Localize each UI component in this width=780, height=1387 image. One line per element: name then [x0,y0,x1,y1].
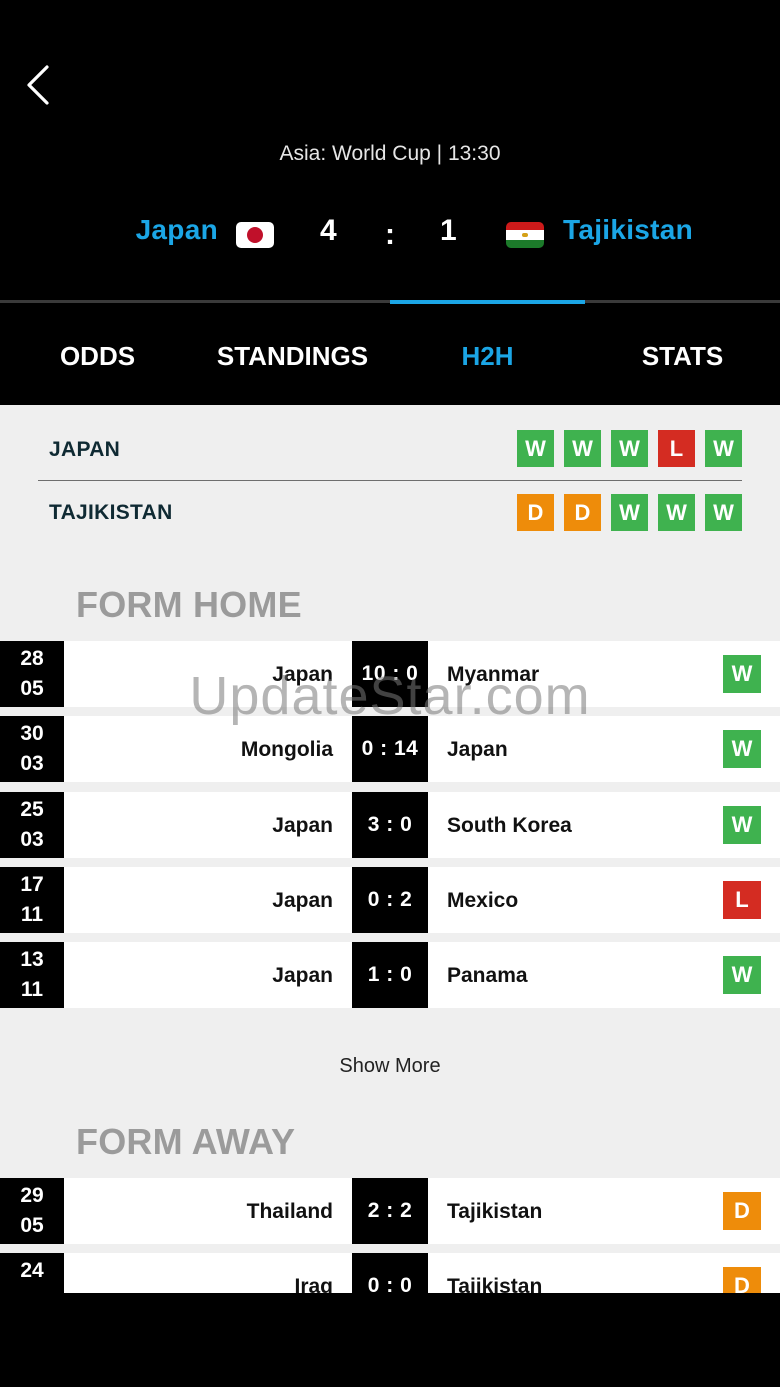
match-day: 24 [20,1259,44,1282]
away-team-name[interactable]: Tajikistan [563,214,693,246]
match-result-badge: W [723,655,761,693]
match-away-team: Japan [447,738,508,761]
match-date: 25 03 [0,792,64,858]
home-team-name[interactable]: Japan [136,214,218,246]
match-row[interactable]: 28 05 Japan 10 : 0 Myanmar W [0,641,780,707]
match-day: 29 [20,1184,44,1207]
form-badge: W [517,430,554,467]
match-score: 0 : 2 [352,867,428,933]
match-header: Asia: World Cup | 13:30 Japan 4 : 1 Taji… [0,0,780,300]
form-badge: W [611,430,648,467]
form-summary-row: TAJIKISTAN D D W W W [38,481,742,544]
match-home-team: Japan [272,814,333,837]
home-score: 4 [320,214,337,247]
form-badge: W [705,494,742,531]
match-date: 30 03 [0,716,64,782]
match-home-team: Japan [272,663,333,686]
form-team-name: JAPAN [49,438,121,461]
form-badge: W [658,494,695,531]
tab-h2h[interactable]: H2H [390,341,585,372]
match-month: 05 [20,677,44,700]
match-away-team: Mexico [447,889,519,912]
tab-odds[interactable]: ODDS [0,341,195,372]
match-home-team: Thailand [246,1200,333,1223]
match-date: 24 [0,1253,64,1293]
match-month: 03 [20,828,44,851]
form-badge: W [705,430,742,467]
match-day: 13 [20,948,44,971]
section-title-form-away: FORM AWAY [76,1121,296,1162]
form-badges: D D W W W [517,494,742,531]
match-score: 1 : 0 [352,942,428,1008]
match-score: 3 : 0 [352,792,428,858]
match-row[interactable]: 17 11 Japan 0 : 2 Mexico L [0,867,780,933]
match-row[interactable]: 30 03 Mongolia 0 : 14 Japan W [0,716,780,782]
show-more-link[interactable]: Show More [0,1055,780,1078]
active-tab-indicator [390,300,585,304]
match-day: 25 [20,798,44,821]
tab-stats[interactable]: STATS [585,341,780,372]
match-month: 05 [20,1214,44,1237]
match-home-team: Iraq [294,1275,333,1293]
competition-label: Asia: World Cup | 13:30 [279,142,501,165]
match-row[interactable]: 24 Iraq 0 : 0 Tajikistan D [0,1253,780,1293]
tab-bar: ODDS STANDINGS H2H STATS [0,300,780,405]
match-score: 0 : 0 [352,1253,428,1293]
form-badge: L [658,430,695,467]
match-result-badge: W [723,730,761,768]
form-badge: W [611,494,648,531]
h2h-content: JAPAN W W W L W TAJIKISTAN D D W W W FOR… [0,405,780,1293]
match-score: 2 : 2 [352,1178,428,1244]
match-day: 30 [20,722,44,745]
form-summary-row: JAPAN W W W L W [38,418,742,481]
match-result-badge: W [723,956,761,994]
match-result-badge: W [723,806,761,844]
match-result-badge: L [723,881,761,919]
match-home-team: Japan [272,889,333,912]
bottom-bar [0,1293,780,1387]
match-away-team: Myanmar [447,663,540,686]
form-team-name: TAJIKISTAN [49,501,173,524]
away-score: 1 [440,214,457,247]
score-separator: : [385,218,395,251]
form-badge: D [564,494,601,531]
match-away-team: South Korea [447,814,572,837]
match-month: 11 [20,903,44,926]
match-score: 10 : 0 [352,641,428,707]
match-date: 29 05 [0,1178,64,1244]
section-title-form-home: FORM HOME [76,584,302,625]
match-away-team: Panama [447,964,528,987]
match-row[interactable]: 25 03 Japan 3 : 0 South Korea W [0,792,780,858]
chevron-left-icon [27,65,49,105]
japan-flag-icon [236,222,274,248]
back-button[interactable] [18,58,62,112]
match-away-team: Tajikistan [447,1275,543,1293]
tajikistan-flag-icon [506,222,544,248]
match-date: 28 05 [0,641,64,707]
form-badge: D [517,494,554,531]
match-day: 28 [20,647,44,670]
match-row[interactable]: 13 11 Japan 1 : 0 Panama W [0,942,780,1008]
match-month: 11 [20,978,44,1001]
match-result-badge: D [723,1192,761,1230]
tab-standings[interactable]: STANDINGS [195,341,390,372]
form-badges: W W W L W [517,430,742,467]
match-home-team: Mongolia [240,738,333,761]
match-away-team: Tajikistan [447,1200,543,1223]
match-result-badge: D [723,1267,761,1293]
form-badge: W [564,430,601,467]
match-score: 0 : 14 [352,716,428,782]
match-day: 17 [20,873,44,896]
match-date: 13 11 [0,942,64,1008]
match-month: 03 [20,752,44,775]
match-date: 17 11 [0,867,64,933]
match-home-team: Japan [272,964,333,987]
match-row[interactable]: 29 05 Thailand 2 : 2 Tajikistan D [0,1178,780,1244]
